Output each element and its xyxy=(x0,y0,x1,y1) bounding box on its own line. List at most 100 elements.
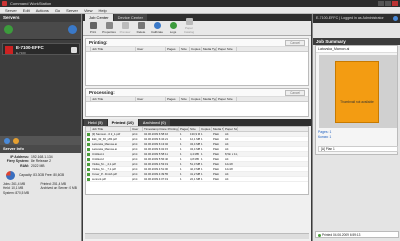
printed-jobs-table: Job Title User Timestamp Done Printing P… xyxy=(85,126,309,195)
menu-item[interactable]: Server xyxy=(2,7,20,13)
job-center: Job Center Device Center Print Propertie… xyxy=(83,14,311,241)
tab-held[interactable]: Held (5) xyxy=(84,119,107,126)
table-cell: 1 xyxy=(201,167,203,171)
processing-cancel-button[interactable]: Cancel xyxy=(285,90,305,96)
table-cell: 34,4 MB xyxy=(190,142,200,146)
table-cell: 04.06.2009 6:13:02 xyxy=(144,142,169,146)
menu-item[interactable]: Server xyxy=(63,7,81,13)
server-model: E-7100 xyxy=(16,51,26,55)
properties-icon xyxy=(105,22,113,29)
table-cell: Plain xyxy=(213,167,220,171)
checkmark-icon xyxy=(87,133,90,136)
table-cell: print xyxy=(132,162,138,166)
status-bar xyxy=(85,233,309,239)
menu-item[interactable]: Go xyxy=(52,7,63,13)
table-cell: 41,2 MB xyxy=(190,172,200,176)
help-icon[interactable] xyxy=(393,16,398,21)
job-list-tabs: Held (5) Printed (10) Archived (0) xyxy=(83,119,311,126)
app-icon xyxy=(2,1,7,6)
refresh-icon[interactable] xyxy=(68,25,77,34)
preview-icon xyxy=(121,22,129,29)
table-cell: print xyxy=(132,137,138,141)
table-cell: Plain xyxy=(213,162,220,166)
menu-item[interactable]: Help xyxy=(96,7,110,13)
printing-title: Printing: xyxy=(86,39,308,47)
preview-button[interactable]: Preview xyxy=(118,22,132,35)
last-printed-status: Printed 04.06.2009 6:59:13 xyxy=(315,231,399,238)
table-cell: 12x18 xyxy=(225,167,233,171)
job-summary-title: Job Summary xyxy=(313,38,400,45)
plan-item[interactable]: [A] Plan 1 xyxy=(318,146,398,152)
tab-archived[interactable]: Archived (0) xyxy=(138,119,170,126)
table-cell: 1 xyxy=(201,132,203,136)
table-cell: print xyxy=(132,142,138,146)
table-cell: print xyxy=(132,157,138,161)
table-cell: 1 xyxy=(180,162,182,166)
calibrate-icon xyxy=(153,22,161,29)
table-cell: 1 xyxy=(180,172,182,176)
table-cell: A4 xyxy=(225,132,229,136)
properties-button[interactable]: Properties xyxy=(102,22,116,35)
printing-cancel-button[interactable]: Cancel xyxy=(285,40,305,46)
table-cell: A4 xyxy=(225,142,229,146)
table-cell: 1 xyxy=(180,137,182,141)
printer-icon xyxy=(5,46,13,54)
table-cell: A4 xyxy=(225,172,229,176)
thumbnail-label: Thumbnail not available xyxy=(340,100,374,104)
table-cell: 4,8 MB xyxy=(190,157,199,161)
table-cell: 1 xyxy=(201,142,203,146)
logs-button[interactable]: Logs xyxy=(166,22,180,35)
table-cell: 1 xyxy=(180,152,182,156)
delete-button[interactable]: Delete xyxy=(134,22,148,35)
tab-job-center[interactable]: Job Center xyxy=(85,14,113,21)
close-button[interactable] xyxy=(392,1,398,6)
maximize-button[interactable] xyxy=(385,1,391,6)
server-list: E-7100-EFFC E-7100 xyxy=(0,40,81,136)
print-button[interactable]: Print xyxy=(86,22,100,35)
server-info-title: Server Info xyxy=(0,145,81,153)
table-cell: 1 xyxy=(201,157,203,161)
job-copies: Копии: 1 xyxy=(318,134,332,139)
servers-panel: Servers E-7100-EFFC E-7100 Server Info I… xyxy=(0,14,82,241)
menu-item[interactable]: View xyxy=(81,7,96,13)
info-tab-icon[interactable] xyxy=(4,137,10,144)
server-item[interactable]: E-7100-EFFC E-7100 xyxy=(2,43,80,55)
job-summary-panel: E-7100-EFFC | Logged in as Administrator… xyxy=(312,14,400,241)
job-details: Pages: 1 Копии: 1 xyxy=(318,130,331,139)
table-cell: print xyxy=(132,132,138,136)
job-toolbar: Print Properties Preview Delete Calibrat… xyxy=(83,18,311,36)
servers-title: Servers xyxy=(0,14,81,22)
print-icon xyxy=(89,22,97,29)
usage-system: System: 870,5 MB xyxy=(3,190,30,195)
checkmark-icon xyxy=(87,153,90,156)
table-cell: sunrent.pdf xyxy=(92,177,106,181)
table-cell: Ekk_32_ft0_s83.pdf xyxy=(92,137,117,141)
logs-icon xyxy=(169,22,177,29)
paper-catalog-button[interactable]: Paper Catalog xyxy=(182,18,196,35)
minimize-button[interactable] xyxy=(378,1,384,6)
table-cell: 1 xyxy=(201,172,203,176)
table-cell: Plain xyxy=(213,147,220,151)
menu-item[interactable]: Edit xyxy=(20,7,33,13)
menu-item[interactable]: Actions xyxy=(33,7,52,13)
add-server-icon[interactable] xyxy=(4,25,13,34)
checkmark-icon xyxy=(87,163,90,166)
tab-printed[interactable]: Printed (10) xyxy=(107,119,138,126)
table-cell: 1 xyxy=(201,177,203,181)
table-cell: 1 xyxy=(180,167,182,171)
printing-queue: Printing: Cancel Job Title User Pages Si… xyxy=(85,38,309,86)
tab-device-center[interactable]: Device Center xyxy=(113,14,147,21)
table-cell: 1 xyxy=(180,132,182,136)
usage-columns: Jobs: 261,4 MB Held: 10,1 MB System: 870… xyxy=(3,182,78,195)
table-row[interactable]: sunrent.pdf print 04.06.2009 4:07:19 1 22,1 … xyxy=(86,177,308,182)
window-titlebar: Command WorkStation xyxy=(0,0,400,7)
gear-icon[interactable] xyxy=(13,137,19,144)
table-cell: 51,3 MB xyxy=(190,162,200,166)
job-filename: Latovska_Mamon.ai xyxy=(316,46,397,53)
table-cell: print xyxy=(132,177,138,181)
calibrate-button[interactable]: Calibrate xyxy=(150,22,164,35)
table-cell: 04.06.2009 4:07:19 xyxy=(144,177,169,181)
checkmark-icon xyxy=(87,158,90,161)
table-cell: 12x18 xyxy=(225,162,233,166)
table-cell: Vistka_M..._4,1.pdf xyxy=(92,162,116,166)
